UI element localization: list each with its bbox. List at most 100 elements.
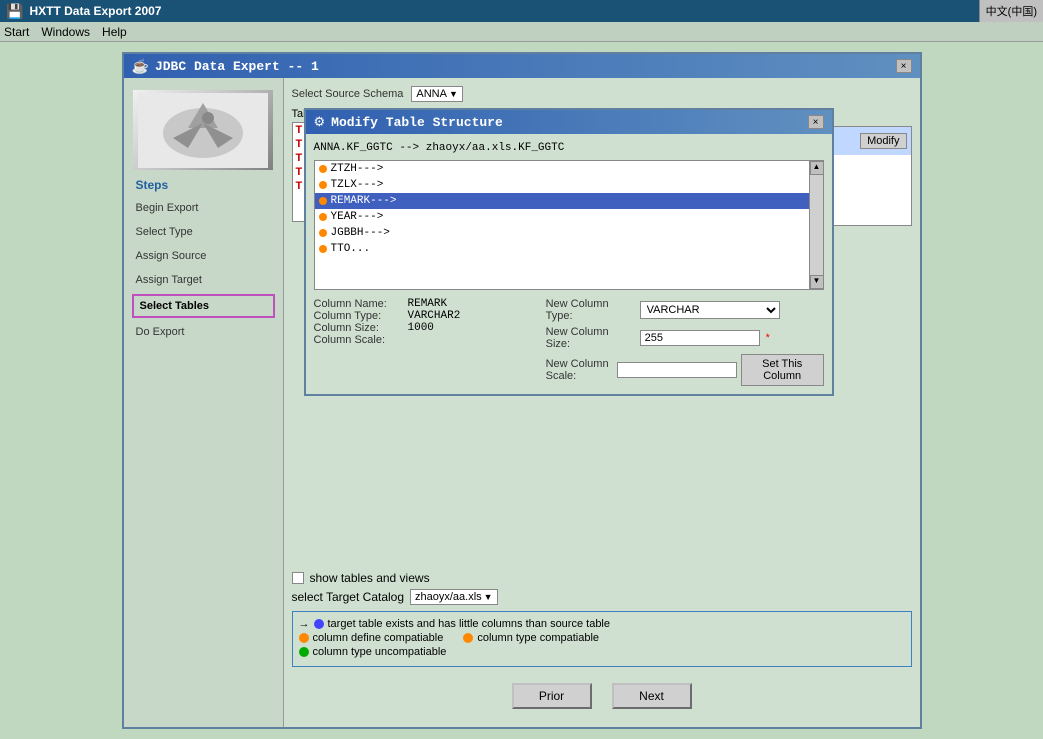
new-column-scale-input[interactable] — [617, 362, 737, 378]
new-column-size-input[interactable] — [640, 330, 760, 346]
right-panel: Select Source Schema ANNA ▼ Tables List … — [284, 78, 920, 727]
legend-row-3: column type compatiable — [463, 632, 599, 644]
column-type-value: VARCHAR2 — [408, 310, 461, 322]
legend-row-1: → target table exists and has little col… — [299, 618, 905, 630]
steps-sidebar: Steps Begin Export Select Type Assign So… — [124, 78, 284, 727]
col-name: TZLX---> — [331, 179, 384, 191]
step-assign-source[interactable]: Assign Source — [124, 244, 283, 268]
column-size-row: Column Size: 1000 — [314, 322, 538, 334]
step-assign-target[interactable]: Assign Target — [124, 268, 283, 292]
eagle-image — [133, 90, 273, 170]
show-tables-label: show tables and views — [310, 571, 430, 585]
step-begin-export[interactable]: Begin Export — [124, 196, 283, 220]
column-scale-row: Column Scale: — [314, 334, 538, 346]
col-row-selected[interactable]: REMARK---> — [315, 193, 823, 209]
source-schema-dropdown-icon[interactable]: ▼ — [449, 89, 458, 99]
target-catalog-value: zhaoyx/aa.xls — [415, 591, 482, 603]
jdbc-body: Steps Begin Export Select Type Assign So… — [124, 78, 920, 727]
step-select-type[interactable]: Select Type — [124, 220, 283, 244]
target-catalog-row: select Target Catalog zhaoyx/aa.xls ▼ — [292, 589, 912, 605]
new-column-size-label: New Column Size: — [546, 326, 636, 350]
col-name: ZTZH---> — [331, 163, 384, 175]
col-dot-icon — [319, 197, 327, 205]
col-dot-icon — [319, 181, 327, 189]
table-icon: T — [296, 152, 303, 164]
table-icon: T — [296, 180, 303, 192]
step-do-export[interactable]: Do Export — [124, 320, 283, 344]
column-name-row: Column Name: REMARK — [314, 298, 538, 310]
app-icon: 💾 — [6, 3, 23, 20]
new-column-size-row: New Column Size: * — [546, 326, 824, 350]
legend-row-2-3: column define compatiable column type co… — [299, 632, 905, 646]
next-button[interactable]: Next — [612, 683, 692, 709]
col-row[interactable]: TZLX---> — [315, 177, 823, 193]
column-name-label: Column Name: — [314, 298, 404, 310]
col-row[interactable]: YEAR---> — [315, 209, 823, 225]
col-row[interactable]: TTO... — [315, 241, 823, 257]
source-schema-label: Select Source Schema — [292, 88, 404, 100]
col-name: TTO... — [331, 243, 371, 255]
required-indicator: * — [766, 332, 770, 344]
legend-green-dot — [299, 647, 309, 657]
col-scroll-down[interactable]: ▼ — [810, 275, 824, 289]
jdbc-close-button[interactable]: × — [896, 59, 912, 73]
navigation-buttons: Prior Next — [284, 673, 920, 719]
source-schema-row: Select Source Schema ANNA ▼ — [292, 86, 912, 102]
column-type-label: Column Type: — [314, 310, 404, 322]
legend-text-orange2: column type compatiable — [477, 632, 599, 644]
legend-row-4: column type uncompatiable — [299, 646, 905, 658]
column-scale-label: Column Scale: — [314, 334, 404, 346]
modal-icon: ⚙ — [314, 114, 326, 130]
left-details: Column Name: REMARK Column Type: VARCHAR… — [314, 298, 538, 386]
new-column-scale-label: New Column Scale: — [546, 358, 613, 382]
modify-button[interactable]: Modify — [860, 133, 906, 149]
steps-header: Steps — [124, 174, 283, 196]
legend-text-orange: column define compatiable — [313, 632, 444, 644]
menu-windows[interactable]: Windows — [41, 25, 90, 39]
prior-button[interactable]: Prior — [512, 683, 592, 709]
taskbar-right: 中文(中国) — [979, 0, 1043, 22]
modal-title: Modify Table Structure — [331, 115, 503, 130]
col-scroll-up[interactable]: ▲ — [810, 161, 824, 175]
col-row[interactable]: JGBBH---> — [315, 225, 823, 241]
column-details: Column Name: REMARK Column Type: VARCHAR… — [314, 298, 824, 386]
bottom-section: show tables and views select Target Cata… — [292, 571, 912, 667]
legend-area: → target table exists and has little col… — [292, 611, 912, 667]
column-type-row: Column Type: VARCHAR2 — [314, 310, 538, 322]
new-column-type-label: New Column Type: — [546, 298, 636, 322]
language-indicator: 中文(中国) — [986, 3, 1037, 19]
step-select-tables[interactable]: Select Tables — [132, 294, 275, 318]
col-name: JGBBH---> — [331, 227, 390, 239]
app-title: HXTT Data Export 2007 — [29, 4, 161, 18]
col-dot-icon — [319, 213, 327, 221]
table-icon: T — [296, 166, 303, 178]
new-column-type-select[interactable]: VARCHAR CHAR INTEGER FLOAT DATE BLOB TEX… — [640, 301, 780, 319]
target-catalog-dropdown-icon[interactable]: ▼ — [484, 592, 493, 602]
modal-close-button[interactable]: × — [808, 115, 824, 129]
jdbc-window: ☕ JDBC Data Expert -- 1 × S — [122, 52, 922, 729]
show-tables-checkbox[interactable] — [292, 572, 304, 584]
col-dot-icon — [319, 165, 327, 173]
col-row[interactable]: ZTZH---> — [315, 161, 823, 177]
main-area: ☕ JDBC Data Expert -- 1 × S — [0, 42, 1043, 739]
legend-arrow-icon: → — [299, 618, 310, 630]
modal-body: ANNA.KF_GGTC --> zhaoyx/aa.xls.KF_GGTC Z… — [306, 134, 832, 394]
legend-text-green: column type uncompatiable — [313, 646, 447, 658]
column-name-value: REMARK — [408, 298, 448, 310]
modal-path: ANNA.KF_GGTC --> zhaoyx/aa.xls.KF_GGTC — [314, 142, 824, 154]
col-name: YEAR---> — [331, 211, 384, 223]
legend-orange-dot — [299, 633, 309, 643]
column-list[interactable]: ZTZH---> TZLX---> REMARK---> — [314, 160, 824, 290]
target-catalog-label: select Target Catalog — [292, 590, 405, 604]
legend-orange2-dot — [463, 633, 473, 643]
menu-help[interactable]: Help — [102, 25, 127, 39]
legend-blue-dot — [314, 619, 324, 629]
menu-start[interactable]: Start — [4, 25, 29, 39]
col-list-scrollbar[interactable]: ▲ ▼ — [809, 161, 823, 289]
col-name: REMARK---> — [331, 195, 397, 207]
col-dot-icon — [319, 245, 327, 253]
modal-title-bar: ⚙ Modify Table Structure × — [306, 110, 832, 134]
column-list-container: ZTZH---> TZLX---> REMARK---> — [314, 160, 824, 298]
set-column-button[interactable]: Set This Column — [741, 354, 824, 386]
new-column-type-row: New Column Type: VARCHAR CHAR INTEGER FL… — [546, 298, 824, 322]
